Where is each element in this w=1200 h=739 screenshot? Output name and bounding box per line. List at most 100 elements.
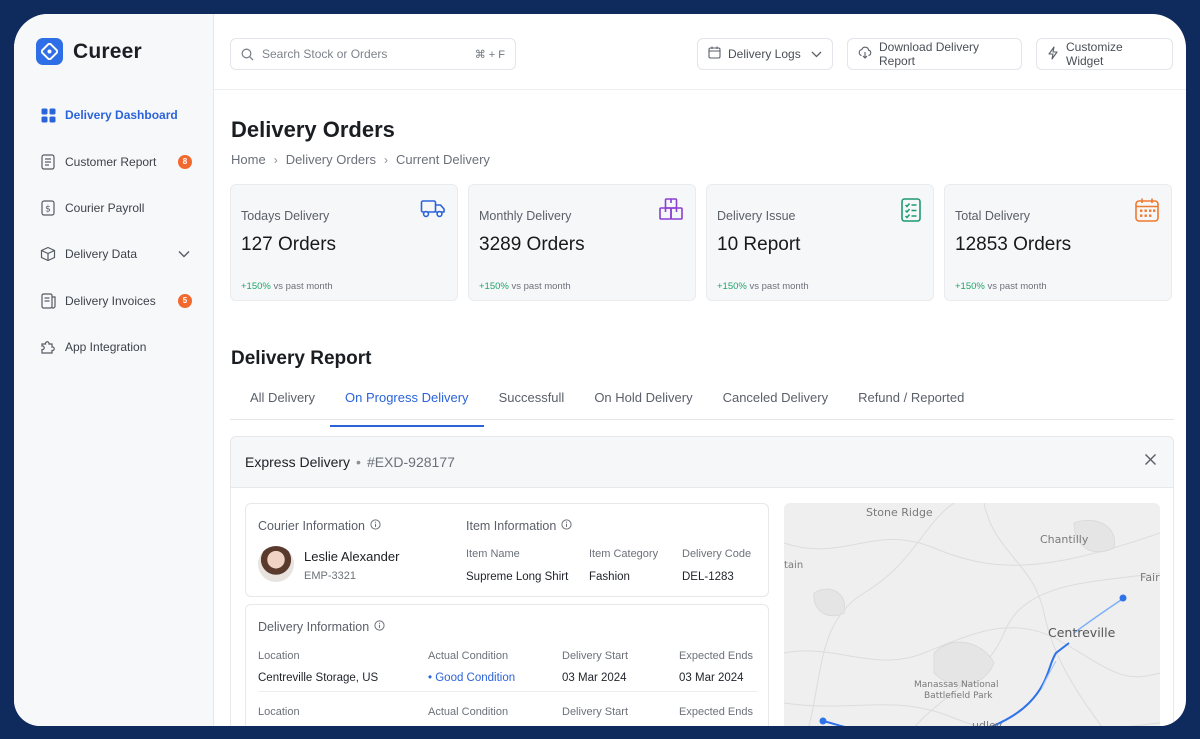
report-icon xyxy=(40,153,56,170)
stat-label: Total Delivery xyxy=(955,209,1031,223)
close-icon[interactable] xyxy=(1144,453,1157,471)
box-icon xyxy=(40,246,56,262)
location-header: Location xyxy=(258,650,300,662)
location-header: Location xyxy=(258,706,300,718)
breadcrumb-delivery-orders[interactable]: Delivery Orders xyxy=(286,152,376,167)
brand[interactable]: Cureer xyxy=(36,38,142,65)
stat-card-todays-delivery: Todays Delivery 127 Orders +150% vs past… xyxy=(230,184,458,301)
cloud-download-icon xyxy=(858,46,872,62)
location-value: Centreville Storage, US xyxy=(258,672,379,684)
condition-header: Actual Condition xyxy=(428,650,509,662)
chevron-down-icon[interactable] xyxy=(178,247,190,261)
notification-badge: 5 xyxy=(178,293,192,308)
separator-dot: • xyxy=(356,454,361,470)
truck-icon xyxy=(420,197,446,224)
item-category-label: Item Category xyxy=(589,548,659,560)
delivery-logs-label: Delivery Logs xyxy=(728,47,801,61)
stat-value: 12853 Orders xyxy=(955,234,1072,255)
delivery-tabs: All Delivery On Progress Delivery Succes… xyxy=(230,384,1174,427)
stat-change: +150% vs past month xyxy=(241,281,333,292)
sidebar: Cureer Delivery Dashboard Customer Repor… xyxy=(14,14,214,726)
sidebar-item-label: Courier Payroll xyxy=(65,200,145,215)
tab-on-progress-delivery[interactable]: On Progress Delivery xyxy=(330,384,484,427)
courier-id: EMP-3321 xyxy=(304,570,356,582)
delivery-code-label: Delivery Code xyxy=(682,548,752,560)
map-label: Manassas National xyxy=(914,680,998,690)
express-delivery-header: Express Delivery • #EXD-928177 xyxy=(245,454,455,470)
start-header: Delivery Start xyxy=(562,706,629,718)
breadcrumb-home[interactable]: Home xyxy=(231,152,266,167)
sidebar-item-delivery-dashboard[interactable]: Delivery Dashboard xyxy=(14,92,214,138)
search-placeholder: Search Stock or Orders xyxy=(262,47,388,61)
chevron-right-icon: › xyxy=(273,152,278,167)
item-name-value: Supreme Long Shirt xyxy=(466,571,569,583)
brand-name: Cureer xyxy=(73,39,142,63)
sidebar-item-courier-payroll[interactable]: $ Courier Payroll xyxy=(14,185,214,231)
sidebar-item-customer-report[interactable]: Customer Report 8 xyxy=(14,138,214,184)
breadcrumb: Home › Delivery Orders › Current Deliver… xyxy=(231,152,490,167)
calendar-icon xyxy=(708,46,721,62)
sidebar-item-delivery-invoices[interactable]: Delivery Invoices 5 xyxy=(14,278,214,324)
checklist-icon xyxy=(900,197,922,228)
tab-canceled-delivery[interactable]: Canceled Delivery xyxy=(708,384,844,419)
customize-widget-button[interactable]: Customize Widget xyxy=(1036,38,1173,70)
delivery-map[interactable]: Stone Ridge Chantilly tain Fair Centrevi… xyxy=(784,503,1160,726)
invoice-icon xyxy=(40,293,56,309)
sidebar-item-delivery-data[interactable]: Delivery Data xyxy=(14,231,214,277)
item-name-label: Item Name xyxy=(466,548,520,560)
end-header: Expected Ends xyxy=(679,706,753,718)
map-label: udley xyxy=(972,719,1003,726)
chevron-right-icon: › xyxy=(383,152,388,167)
stat-change: +150% vs past month xyxy=(955,281,1047,292)
stat-label: Monthly Delivery xyxy=(479,209,572,223)
end-value: 03 Mar 2024 xyxy=(679,672,744,684)
sidebar-item-label: Delivery Dashboard xyxy=(65,108,178,123)
sidebar-item-label: Customer Report xyxy=(65,154,157,169)
stat-value: 3289 Orders xyxy=(479,234,585,255)
tab-refund-reported[interactable]: Refund / Reported xyxy=(843,384,979,419)
page-title: Delivery Orders xyxy=(231,117,395,142)
download-report-button[interactable]: Download Delivery Report xyxy=(847,38,1022,70)
avatar xyxy=(258,546,294,582)
express-delivery-title: Express Delivery xyxy=(245,454,351,470)
search-icon xyxy=(241,48,254,61)
tab-successfull[interactable]: Successfull xyxy=(484,384,580,419)
customize-widget-label: Customize Widget xyxy=(1066,40,1123,68)
payroll-icon: $ xyxy=(40,200,56,216)
tab-all-delivery[interactable]: All Delivery xyxy=(230,384,330,419)
stat-card-monthly-delivery: Monthly Delivery 3289 Orders +150% vs pa… xyxy=(468,184,696,301)
condition-header: Actual Condition xyxy=(428,706,509,718)
brand-logo-icon xyxy=(36,38,63,65)
item-category-value: Fashion xyxy=(589,571,630,583)
sidebar-nav: Delivery Dashboard Customer Report 8 $ C… xyxy=(14,92,214,370)
search-input[interactable]: Search Stock or Orders ⌘ + F xyxy=(230,38,516,70)
topbar: Search Stock or Orders ⌘ + F Delivery Lo… xyxy=(214,14,1186,90)
search-shortcut: ⌘ + F xyxy=(474,48,505,61)
breadcrumb-current: Current Delivery xyxy=(395,152,490,167)
courier-info-title: Courier Information xyxy=(258,519,381,533)
stat-value: 10 Report xyxy=(717,234,801,255)
download-report-label: Download Delivery Report xyxy=(879,40,980,68)
map-label: Battlefield Park xyxy=(924,691,993,701)
delivery-info-card: Delivery Information Location Actual Con… xyxy=(245,604,769,726)
info-icon xyxy=(561,519,572,533)
notification-badge: 8 xyxy=(178,154,192,169)
map-label: tain xyxy=(784,560,803,571)
delivery-code-value: DEL-1283 xyxy=(682,571,734,583)
stats-row: Todays Delivery 127 Orders +150% vs past… xyxy=(230,184,1172,301)
courier-name: Leslie Alexander xyxy=(304,549,400,564)
delivery-logs-dropdown[interactable]: Delivery Logs xyxy=(697,38,833,70)
lightning-icon xyxy=(1047,45,1059,63)
info-icon xyxy=(374,620,385,634)
svg-text:$: $ xyxy=(45,204,51,214)
app-window: Cureer Delivery Dashboard Customer Repor… xyxy=(14,14,1186,726)
tab-on-hold-delivery[interactable]: On Hold Delivery xyxy=(579,384,707,419)
stat-label: Delivery Issue xyxy=(717,209,796,223)
sidebar-item-label: Delivery Invoices xyxy=(65,293,156,308)
start-value: 03 Mar 2024 xyxy=(562,672,627,684)
express-delivery-panel: Express Delivery • #EXD-928177 Courier I… xyxy=(230,436,1174,726)
sidebar-item-app-integration[interactable]: App Integration xyxy=(14,324,214,370)
stat-value: 127 Orders xyxy=(241,234,337,255)
stat-card-delivery-issue: Delivery Issue 10 Report +150% vs past m… xyxy=(706,184,934,301)
main-content: Delivery Orders Home › Delivery Orders ›… xyxy=(214,90,1186,726)
